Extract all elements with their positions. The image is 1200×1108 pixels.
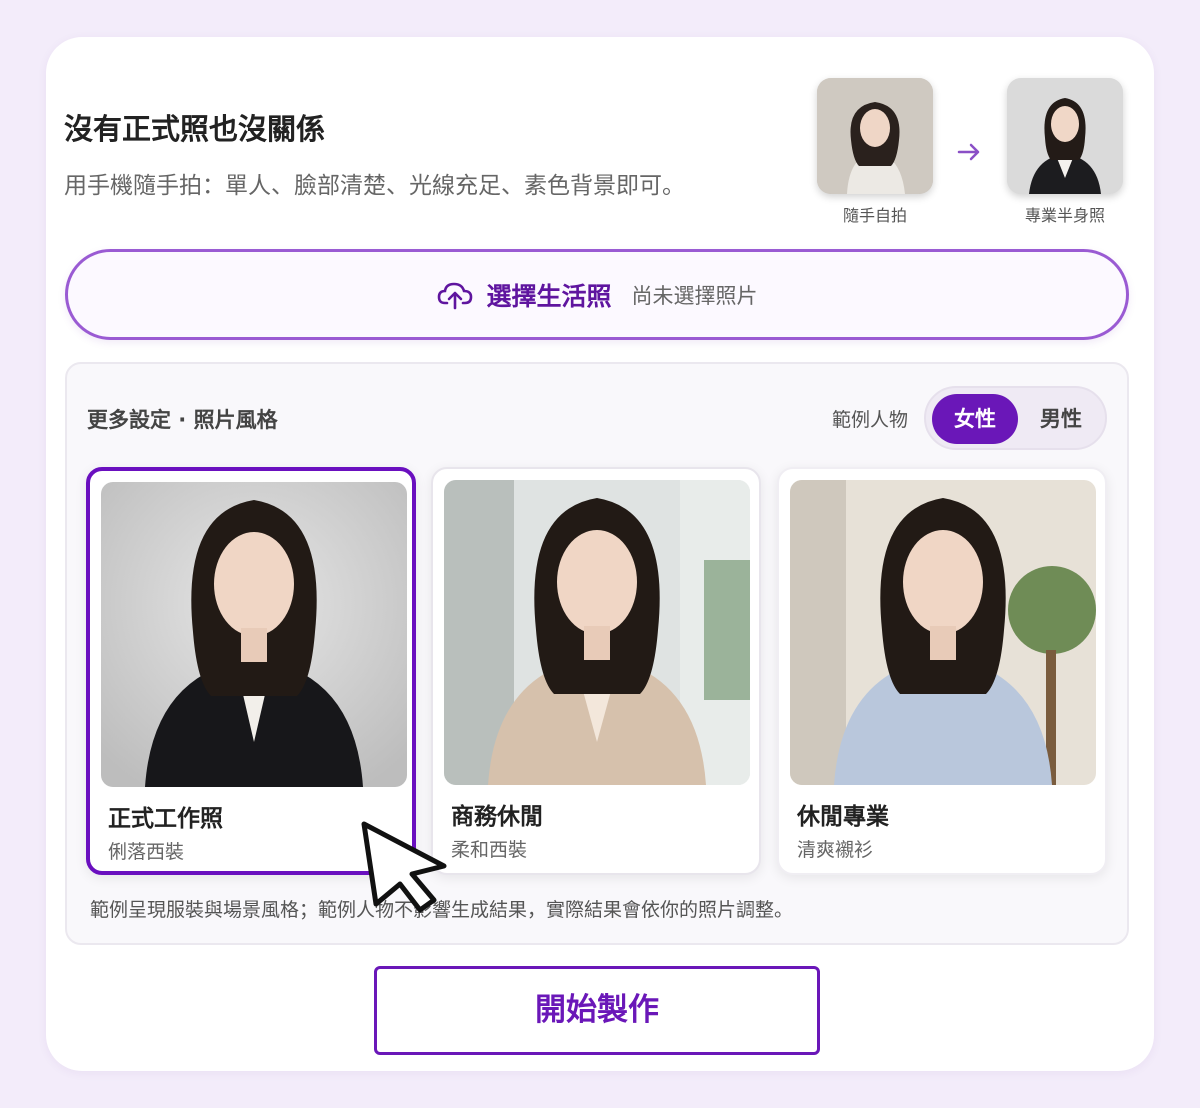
example-selfie-caption: 隨手自拍 (842, 206, 907, 225)
style-desc-formal: 俐落西裝 (108, 841, 185, 863)
mouse-pointer-icon (361, 821, 447, 913)
style-name-formal: 正式工作照 (108, 806, 223, 832)
arrow-right-icon (957, 143, 980, 161)
style-card-formal[interactable]: 正式工作照 俐落西裝 (86, 467, 416, 875)
select-photo-button[interactable]: 選擇生活照 尚未選擇照片 (65, 249, 1129, 340)
style-desc-smart-casual: 清爽襯衫 (797, 839, 874, 861)
sample-person-label: 範例人物 (832, 409, 909, 431)
style-card-business-casual[interactable]: 商務休閒 柔和西裝 (431, 467, 761, 875)
gender-option-female[interactable]: 女性 (932, 394, 1018, 444)
style-photo-smart-casual (790, 480, 1096, 785)
style-name-smart-casual: 休閒專業 (797, 804, 889, 830)
cloud-upload-icon (438, 282, 473, 309)
select-photo-label: 選擇生活照 (486, 281, 612, 311)
example-portrait-image (1007, 78, 1123, 194)
gender-toggle: 女性 男性 (924, 386, 1107, 450)
example-portrait-caption: 專業半身照 (1024, 206, 1105, 225)
style-name-business-casual: 商務休閒 (451, 804, 543, 830)
start-button[interactable]: 開始製作 (374, 966, 820, 1055)
page-title: 沒有正式照也沒關係 (64, 112, 326, 146)
page-subtitle: 用手機隨手拍：單人、臉部清楚、光線充足、素色背景即可。 (64, 173, 685, 199)
upload-status-text: 尚未選擇照片 (631, 283, 758, 308)
style-desc-business-casual: 柔和西裝 (451, 839, 528, 861)
style-photo-formal (101, 482, 407, 787)
style-photo-business-casual (444, 480, 750, 785)
gender-option-male[interactable]: 男性 (1018, 394, 1104, 444)
example-selfie-image (817, 78, 933, 194)
settings-title: 更多設定 · 照片風格 (87, 408, 278, 432)
style-card-smart-casual[interactable]: 休閒專業 清爽襯衫 (777, 467, 1107, 875)
